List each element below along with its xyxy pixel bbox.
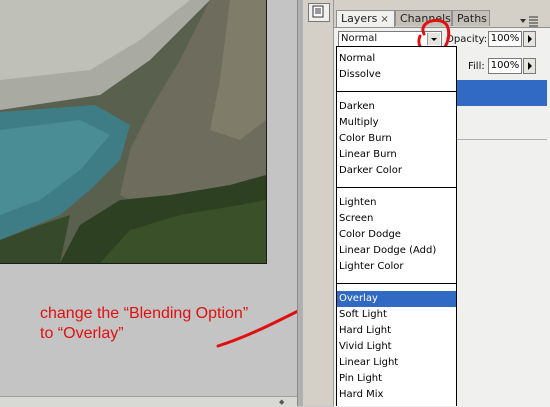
blend-option-darken[interactable]: Darken xyxy=(337,99,456,115)
fill-slider-toggle[interactable] xyxy=(523,58,536,74)
blend-option-lighter-color[interactable]: Lighter Color xyxy=(337,259,456,275)
blend-option-lighten[interactable]: Lighten xyxy=(337,195,456,211)
menu-separator xyxy=(337,91,456,92)
blend-option-overlay[interactable]: Overlay xyxy=(337,291,456,307)
blend-option-color-dodge[interactable]: Color Dodge xyxy=(337,227,456,243)
tab-channels[interactable]: Channels xyxy=(395,10,452,26)
opacity-slider-toggle[interactable] xyxy=(523,31,536,47)
chevron-right-icon xyxy=(528,35,532,43)
blend-option-linear-burn[interactable]: Linear Burn xyxy=(337,147,456,163)
menu-separator xyxy=(337,283,456,284)
selected-layer-row[interactable] xyxy=(454,80,547,106)
tab-layers-label: Layers xyxy=(341,12,378,25)
blend-mode-dropdown: Normal Dissolve Darken Multiply Color Bu… xyxy=(336,46,457,406)
blend-option-darker-color[interactable]: Darker Color xyxy=(337,163,456,179)
panel-menu-icon[interactable] xyxy=(518,14,540,28)
blend-option-linear-dodge[interactable]: Linear Dodge (Add) xyxy=(337,243,456,259)
blend-option-multiply[interactable]: Multiply xyxy=(337,115,456,131)
blend-option-hard-mix[interactable]: Hard Mix xyxy=(337,387,456,403)
blend-option-hard-light[interactable]: Hard Light xyxy=(337,323,456,339)
blend-option-vivid-light[interactable]: Vivid Light xyxy=(337,339,456,355)
blend-option-screen[interactable]: Screen xyxy=(337,211,456,227)
tab-paths-label: Paths xyxy=(457,12,487,25)
blend-option-linear-light[interactable]: Linear Light xyxy=(337,355,456,371)
blend-option-soft-light[interactable]: Soft Light xyxy=(337,307,456,323)
panel-icon-bar xyxy=(303,0,334,406)
tab-layers[interactable]: Layers × xyxy=(336,10,395,27)
blend-option-normal[interactable]: Normal xyxy=(337,51,456,67)
panel-toggle-button[interactable] xyxy=(308,3,330,22)
fill-label: Fill: xyxy=(468,61,485,72)
instruction-line-1: change the “Blending Option” xyxy=(40,305,249,322)
blend-option-color-burn[interactable]: Color Burn xyxy=(337,131,456,147)
opacity-label: Opacity: xyxy=(446,34,488,45)
photo-image xyxy=(0,0,267,264)
fill-field[interactable]: 100% xyxy=(488,58,522,74)
horizontal-scrollbar[interactable]: ◆ xyxy=(0,396,297,407)
document-icon xyxy=(312,5,324,18)
instruction-text: change the “Blending Option” to “Overlay… xyxy=(40,304,310,344)
close-icon[interactable]: × xyxy=(380,14,388,25)
instruction-line-2: to “Overlay” xyxy=(40,325,124,342)
blend-mode-value: Normal xyxy=(341,33,378,44)
blend-mode-select[interactable]: Normal xyxy=(338,31,442,47)
chevron-right-icon xyxy=(528,62,532,70)
blend-option-pin-light[interactable]: Pin Light xyxy=(337,371,456,387)
scroll-right-icon[interactable]: ◆ xyxy=(279,398,287,406)
tab-paths[interactable]: Paths xyxy=(452,10,490,26)
chevron-down-icon[interactable] xyxy=(427,33,440,45)
layer-divider xyxy=(454,139,547,140)
blend-option-dissolve[interactable]: Dissolve xyxy=(337,67,456,83)
document-canvas[interactable]: ◆ xyxy=(0,0,297,407)
opacity-field[interactable]: 100% xyxy=(488,31,522,47)
tab-channels-label: Channels xyxy=(400,12,451,25)
menu-separator xyxy=(337,187,456,188)
